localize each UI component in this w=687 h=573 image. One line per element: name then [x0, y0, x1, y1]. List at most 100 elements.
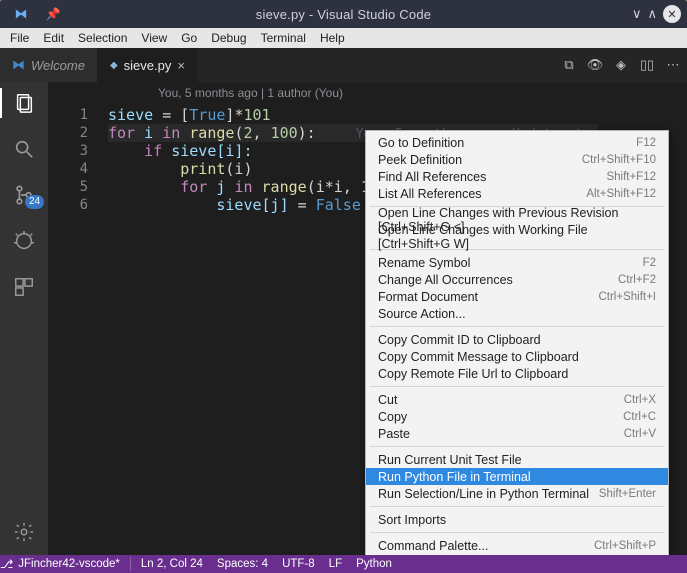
menu-item[interactable]: Copy Ctrl+C: [366, 408, 668, 425]
status-branch[interactable]: JFincher42-vscode*: [18, 558, 120, 570]
menu-item-shortcut: Ctrl+X: [624, 394, 656, 406]
line-number: 2: [48, 124, 108, 142]
menu-item[interactable]: Source Action...: [366, 305, 668, 322]
context-menu: Go to DefinitionF12 Peek Definition Ctrl+S…: [365, 130, 669, 558]
line-number: 6: [48, 196, 108, 214]
menu-separator: [370, 532, 664, 533]
menu-item-label: Copy Commit Message to Clipboard: [378, 350, 579, 364]
menu-item-shortcut: Ctrl+V: [624, 428, 656, 440]
line-number: 5: [48, 178, 108, 196]
menu-item-label: Run Python File in Terminal: [378, 470, 531, 484]
tab-sieve[interactable]: ◆ sieve.py ×: [98, 48, 198, 82]
activity-bar: 24: [0, 82, 48, 555]
menu-item[interactable]: Go to DefinitionF12: [366, 134, 668, 151]
menu-bar: File Edit Selection View Go Debug Termin…: [0, 28, 687, 48]
menu-item-label: Command Palette...: [378, 539, 488, 553]
menu-go[interactable]: Go: [175, 29, 203, 47]
menu-item-shortcut: Ctrl+Shift+I: [598, 291, 656, 303]
source-control-icon[interactable]: 24: [11, 182, 37, 208]
menu-item-label: Source Action...: [378, 307, 466, 321]
status-lncol[interactable]: Ln 2, Col 24: [141, 558, 203, 570]
close-icon[interactable]: ×: [177, 58, 185, 73]
window-title: sieve.py - Visual Studio Code: [0, 7, 687, 22]
menu-item-label: Format Document: [378, 290, 478, 304]
debug-icon[interactable]: [11, 228, 37, 254]
menu-item-label: Run Selection/Line in Python Terminal: [378, 487, 589, 501]
menu-item[interactable]: Rename SymbolF2: [366, 254, 668, 271]
menu-item-label: Sort Imports: [378, 513, 446, 527]
menu-item-label: Copy: [378, 410, 407, 424]
menu-item-label: Run Current Unit Test File: [378, 453, 522, 467]
menu-item-label: List All References: [378, 187, 482, 201]
diff-icon[interactable]: ◈: [613, 57, 629, 73]
menu-item-shortcut: Alt+Shift+F12: [586, 188, 656, 200]
scm-badge: 24: [25, 195, 44, 209]
minimize-button[interactable]: ∨: [632, 6, 642, 22]
menu-item-label: Find All References: [378, 170, 486, 184]
search-icon[interactable]: [11, 136, 37, 162]
menu-item-label: Peek Definition: [378, 153, 462, 167]
menu-item-label: Change All Occurrences: [378, 273, 513, 287]
menu-item-shortcut: Shift+Enter: [599, 488, 656, 500]
menu-item[interactable]: Command Palette...Ctrl+Shift+P: [366, 537, 668, 554]
menu-item[interactable]: Run Selection/Line in Python Terminal Shi…: [366, 485, 668, 502]
menu-item[interactable]: Copy Commit ID to Clipboard: [366, 331, 668, 348]
menu-debug[interactable]: Debug: [205, 29, 252, 47]
tab-label: sieve.py: [124, 58, 172, 73]
vscode-icon: ⧓: [12, 57, 25, 73]
extensions-icon[interactable]: [11, 274, 37, 300]
menu-item-shortcut: Ctrl+C: [623, 411, 656, 423]
menu-item-shortcut: Ctrl+Shift+F10: [582, 154, 656, 166]
menu-terminal[interactable]: Terminal: [255, 29, 312, 47]
menu-help[interactable]: Help: [314, 29, 351, 47]
menu-separator: [370, 506, 664, 507]
menu-item[interactable]: Cut Ctrl+X: [366, 391, 668, 408]
menu-item[interactable]: List All References Alt+Shift+F12: [366, 185, 668, 202]
menu-item[interactable]: Copy Remote File Url to Clipboard: [366, 365, 668, 382]
explorer-icon[interactable]: [11, 90, 37, 116]
code-lens[interactable]: You, 5 months ago | 1 author (You): [158, 86, 343, 100]
menu-item[interactable]: Run Current Unit Test File: [366, 451, 668, 468]
menu-item-label: Copy Remote File Url to Clipboard: [378, 367, 568, 381]
menu-view[interactable]: View: [135, 29, 173, 47]
menu-item[interactable]: Sort Imports: [366, 511, 668, 528]
menu-item[interactable]: Change All Occurrences Ctrl+F2: [366, 271, 668, 288]
line-number: 3: [48, 142, 108, 160]
gutter: 1 2 3 4 5 6: [48, 106, 108, 214]
menu-item[interactable]: Find All References Shift+F12: [366, 168, 668, 185]
menu-item[interactable]: Copy Commit Message to Clipboard: [366, 348, 668, 365]
menu-item-label: Copy Commit ID to Clipboard: [378, 333, 541, 347]
menu-item[interactable]: Run Python File in Terminal: [366, 468, 668, 485]
pin-icon[interactable]: 📌: [40, 1, 66, 27]
menu-item[interactable]: PasteCtrl+V: [366, 425, 668, 442]
menu-item-label: Cut: [378, 393, 397, 407]
menu-file[interactable]: File: [4, 29, 35, 47]
tab-welcome[interactable]: ⧓ Welcome: [0, 48, 98, 82]
menu-separator: [370, 386, 664, 387]
menu-item-shortcut: Ctrl+F2: [618, 274, 656, 286]
split-icon[interactable]: ▯▯: [639, 57, 655, 73]
tab-bar: ⧓ Welcome ◆ sieve.py × ⧉ 👁 ◈ ▯▯ ⋯: [0, 48, 687, 82]
menu-item[interactable]: Peek Definition Ctrl+Shift+F10: [366, 151, 668, 168]
status-encoding[interactable]: UTF-8: [282, 558, 315, 570]
more-icon[interactable]: ⋯: [665, 57, 681, 73]
close-button[interactable]: ✕: [663, 5, 681, 23]
changes-icon[interactable]: ⧉: [561, 57, 577, 73]
menu-separator: [370, 326, 664, 327]
preview-icon[interactable]: 👁: [587, 57, 603, 73]
settings-icon[interactable]: [11, 519, 37, 545]
menu-item[interactable]: Format Document Ctrl+Shift+I: [366, 288, 668, 305]
menu-item-shortcut: F2: [643, 257, 656, 269]
status-language[interactable]: Python: [356, 558, 392, 570]
status-bar: ⎇ JFincher42-vscode* Ln 2, Col 24 Spaces…: [0, 555, 687, 573]
menu-edit[interactable]: Edit: [37, 29, 70, 47]
line-number: 4: [48, 160, 108, 178]
tab-label: Welcome: [31, 58, 85, 73]
menu-item-label: Open Line Changes with Working File [Ctr…: [378, 223, 656, 251]
menu-item-shortcut: Shift+F12: [606, 171, 656, 183]
menu-selection[interactable]: Selection: [72, 29, 133, 47]
status-spaces[interactable]: Spaces: 4: [217, 558, 268, 570]
status-eol[interactable]: LF: [329, 558, 342, 570]
maximize-button[interactable]: ∧: [647, 6, 657, 22]
menu-item[interactable]: Open Line Changes with Working File [Ctr…: [366, 228, 668, 245]
